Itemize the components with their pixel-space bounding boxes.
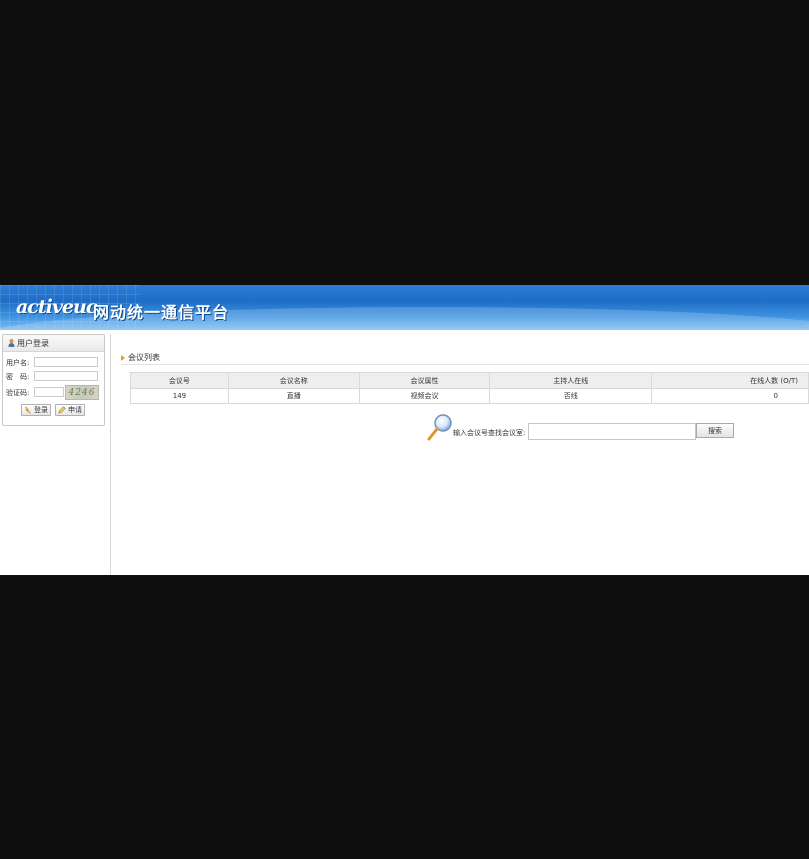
captcha-input[interactable]: [34, 387, 64, 397]
section-divider: [121, 364, 809, 365]
column-header: 在线人数 (O/T): [651, 372, 809, 389]
login-button-label: 登录: [34, 406, 48, 414]
meeting-list-title: 会议列表: [128, 353, 160, 362]
register-button[interactable]: 申请: [55, 404, 85, 416]
sidebar-divider: [110, 334, 111, 575]
login-button[interactable]: 登录: [21, 404, 51, 416]
table-row[interactable]: 149 直播 视频会议 否线 0: [130, 388, 809, 404]
app-window: activeuc 网动统一通信平台 用户登录 用户名: 密 码: 验证码: 42…: [0, 285, 809, 575]
column-header: 会议号: [130, 372, 229, 389]
magnifier-icon: [427, 414, 452, 441]
meeting-number[interactable]: 149: [130, 388, 229, 404]
online-count: 0: [651, 388, 809, 404]
login-panel-title: 用户登录: [17, 338, 49, 348]
meeting-type: 视频会议: [358, 388, 491, 404]
header-banner: activeuc 网动统一通信平台: [0, 285, 809, 330]
captcha-label: 验证码:: [6, 389, 30, 397]
table-header-row: 会议号 会议名称 会议属性 主持人在线 在线人数 (O/T): [130, 372, 809, 389]
password-label: 密 码:: [6, 373, 30, 381]
user-icon: [8, 339, 15, 347]
username-input[interactable]: [34, 357, 98, 367]
meeting-search-input[interactable]: [528, 423, 696, 440]
platform-title: 网动统一通信平台: [93, 303, 230, 322]
login-icon: [24, 406, 31, 414]
logo-text: activeuc: [16, 296, 97, 318]
password-input[interactable]: [34, 371, 98, 381]
meeting-list-heading: 会议列表: [121, 352, 160, 363]
column-header: 主持人在线: [489, 372, 653, 389]
search-label: 输入会议号查找会议室:: [453, 429, 526, 437]
register-button-label: 申请: [68, 406, 82, 414]
username-label: 用户名:: [6, 359, 30, 367]
captcha-image[interactable]: 4246: [65, 385, 99, 400]
login-panel-header: 用户登录: [3, 335, 104, 352]
column-header: 会议属性: [358, 372, 491, 389]
column-header: 会议名称: [227, 372, 360, 389]
login-panel: 用户登录 用户名: 密 码: 验证码: 4246 登录 申请: [2, 334, 105, 426]
meeting-table: 会议号 会议名称 会议属性 主持人在线 在线人数 (O/T) 149 直播 视频…: [130, 372, 809, 404]
arrow-right-icon: [121, 354, 125, 361]
search-button[interactable]: 搜索: [696, 423, 734, 438]
brand-logo: activeuc: [16, 294, 97, 320]
meeting-name[interactable]: 直播: [227, 388, 360, 404]
edit-icon: [58, 406, 66, 414]
host-online-status: 否线: [489, 388, 653, 404]
